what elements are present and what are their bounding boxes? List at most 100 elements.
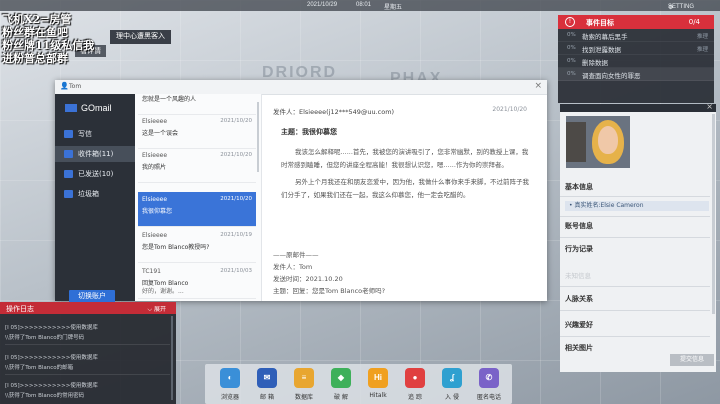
intrude-icon: ʆ [442, 368, 462, 388]
divider [560, 196, 710, 197]
top-status-bar: 2021/10/29 08:01 星期五 ⚙ SETTING [0, 0, 720, 11]
close-icon[interactable]: × [706, 102, 713, 111]
mail-item[interactable]: Elsieeee 2021/10/19 您是Tom Blanco教授吗? [138, 228, 256, 263]
dock-app-database[interactable]: ≡ 数据库 [287, 368, 321, 404]
icon-glyph: ʆ [449, 373, 455, 382]
nav-sent[interactable]: 已发送(10) [55, 166, 135, 182]
close-button[interactable]: × [534, 81, 542, 91]
divider [560, 310, 710, 311]
mail-item[interactable]: TC191 2021/10/03 回复Tom Blanco 好的，谢谢。... [138, 264, 256, 299]
nav-label: 已发送(10) [78, 170, 114, 178]
objective-item[interactable]: 0% 调查面向女性的罪恶 [558, 68, 714, 81]
user-icon: 👤 [60, 82, 69, 90]
window-titlebar[interactable]: 👤 Tom × [55, 80, 547, 95]
weekday-label: 星期五 [384, 5, 403, 11]
nav-trash[interactable]: 垃圾箱 [55, 186, 135, 202]
divider [560, 336, 710, 337]
log-divider [5, 374, 170, 375]
icon-glyph: ✉ [263, 373, 271, 382]
nav-compose[interactable]: 写信 [55, 126, 135, 142]
envelope-icon [65, 104, 77, 112]
mail-subject: 我的照片 [142, 164, 167, 171]
mail-subject: 您是Tom Blanco教授吗? [142, 244, 210, 251]
dock-app-crack[interactable]: ◆ 破 解 [324, 368, 358, 404]
mail-date: 2021/10/03 [220, 268, 252, 274]
section-basic-info[interactable]: 基本信息 [565, 182, 593, 192]
quoted-original: ——原邮件—— 发件人：Tom 发送时间：2021.10.20 主题：回复：您是… [273, 249, 385, 297]
log-entry: \\获得了Tom Blanco的门牌号码 [5, 335, 85, 341]
submit-info-button[interactable]: 提交信息 [670, 354, 714, 366]
nav-label: 收件箱(11) [78, 150, 114, 158]
mail-sender: TC191 [142, 268, 161, 275]
section-behavior-log[interactable]: 行为记录 [565, 244, 593, 254]
date-label: 2021/10/29 [307, 2, 338, 8]
divider [560, 237, 710, 238]
objective-item[interactable]: 0% 勒索的幕后黑手 推理 [558, 29, 714, 42]
objective-progress: 0% [567, 45, 576, 51]
field-real-name[interactable]: • 真实姓名:Elsie Cameron [565, 201, 709, 211]
objective-progress: 0% [567, 32, 576, 38]
phone-icon: ✆ [479, 368, 499, 388]
mail-reader: 发件人：Elsieeee(j12***549@uu.com) 2021/10/2… [267, 102, 537, 297]
expand-button[interactable]: ⌵ 展开 [148, 304, 167, 314]
mail-subject: 您就是一个风趣的人 [142, 96, 197, 103]
stream-overlay-text: 飞机X2=房管 粉丝群在鱼吧 粉丝牌11级私信我 进粉普总部群 [2, 13, 94, 65]
trash-icon [64, 190, 73, 198]
mail-item-selected[interactable]: Elsieeee 2021/10/20 我很仰慕您 [138, 192, 256, 227]
log-header[interactable]: 操作日志 ⌵ 展开 [0, 302, 176, 314]
nav-label: 垃圾箱 [78, 190, 99, 198]
objectives-panel: ! 事件目标 0/4 0% 勒索的幕后黑手 推理 0% 找到泄露数据 推理 0% 删除数据… [558, 15, 714, 103]
mail-sidebar: GOmail 写信 收件箱(11) 已发送(10) 垃圾箱 切换账户 [55, 94, 135, 303]
portrait-secondary [566, 122, 586, 162]
app-dock: ◐ 浏览器 ✉ 邮 箱 ≡ 数据库 ◆ 破 解 Hi Hitalk ● 追 踪 ʆ 入 侵 ✆ 匿名电话 [205, 364, 512, 404]
mail-date: 2021/10/20 [220, 118, 252, 124]
dock-app-browser[interactable]: ◐ 浏览器 [213, 368, 247, 404]
nav-inbox[interactable]: 收件箱(11) [55, 146, 135, 162]
settings-label: SETTING [668, 4, 695, 10]
dock-app-label: 破 解 [334, 394, 348, 401]
nav-label: 写信 [78, 130, 92, 138]
body-paragraph: 我该怎么解释呢......首先，我被您的演讲吸引了，您非常幽默，别的教授上课，我… [281, 148, 529, 169]
mail-sender: Elsieeee [142, 118, 168, 125]
dock-app-intrude[interactable]: ʆ 入 侵 [435, 368, 469, 404]
body-paragraph: 另外上个月我还在和朋友恋爱中，因为他，我做什么事你来手来脚，不过前阵子我们分手了… [281, 178, 529, 199]
objective-progress: 0% [567, 71, 576, 77]
sent-icon [64, 170, 73, 178]
email-window: 👤 Tom × GOmail 写信 收件箱(11) 已发送(10) 垃圾箱 切换… [55, 80, 547, 303]
compose-icon [64, 130, 73, 138]
log-scrollbar[interactable] [171, 316, 173, 400]
log-entry: \\获得了Tom Blanco的邮箱 [5, 365, 74, 371]
section-account-info[interactable]: 账号信息 [565, 221, 593, 231]
mail-date: 2021/10/19 [220, 232, 252, 238]
overlay-line: 粉丝群在鱼吧 [2, 26, 68, 39]
section-images[interactable]: 相关图片 [565, 343, 593, 353]
divider [560, 286, 710, 287]
objective-item[interactable]: 0% 删除数据 [558, 55, 714, 68]
section-hobbies[interactable]: 兴趣爱好 [565, 320, 593, 330]
dock-app-mail[interactable]: ✉ 邮 箱 [250, 368, 284, 404]
log-entry: [I 05]>>>>>>>>>>>使用数据库 [5, 355, 98, 361]
quote-line: 发件人：Tom [273, 263, 313, 271]
objectives-title: 事件目标 [586, 19, 614, 27]
objective-item[interactable]: 0% 找到泄露数据 推理 [558, 42, 714, 55]
quote-line: 主题：回复：您是Tom Blanco老师吗? [273, 287, 386, 295]
objective-label: 调查面向女性的罪恶 [582, 72, 641, 80]
list-scrollbar[interactable] [257, 102, 259, 172]
mail-item[interactable]: Elsieeee 2021/10/20 我的照片 [138, 148, 256, 183]
profile-scrollbar[interactable] [712, 114, 715, 314]
operation-log-panel: 操作日志 ⌵ 展开 [I 05]>>>>>>>>>>>使用数据库 \\获得了To… [0, 302, 176, 404]
expand-label: 展开 [153, 306, 166, 313]
mail-item[interactable]: Elsieeee 2021/10/20 这是一个误会 [138, 114, 256, 149]
dock-app-track[interactable]: ● 追 踪 [398, 368, 432, 404]
reader-sender: 发件人：Elsieeee(j12***549@uu.com) [273, 108, 395, 116]
hitalk-icon: Hi [368, 368, 388, 388]
dock-app-phone[interactable]: ✆ 匿名电话 [472, 368, 506, 404]
objectives-header[interactable]: ! 事件目标 0/4 [558, 15, 714, 29]
mail-item[interactable]: 您就是一个风趣的人 [138, 94, 256, 115]
reader-body: 我该怎么解释呢......首先，我被您的演讲吸引了，您非常幽默，别的教授上课，我… [281, 146, 531, 206]
inbox-icon [64, 150, 73, 158]
news-ticker[interactable]: 理中心遭黑客入 [110, 30, 171, 44]
dock-app-hitalk[interactable]: Hi Hitalk [361, 368, 395, 404]
section-contacts[interactable]: 人脉关系 [565, 294, 593, 304]
icon-glyph: ≡ [301, 373, 307, 382]
